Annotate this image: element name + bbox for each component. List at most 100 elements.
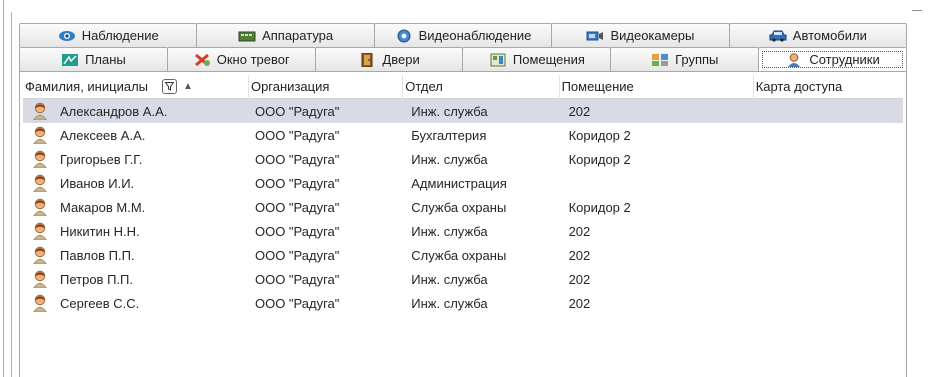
employee-name: Петров П.П. (60, 271, 133, 287)
cell-room: Коридор 2 (560, 147, 754, 171)
table-row[interactable]: Макаров М.М. ООО "Радуга" Служба охраны … (23, 195, 903, 219)
tab-label: Помещения (512, 52, 585, 67)
col-header-room[interactable]: Помещение (560, 74, 754, 99)
cell-room: Коридор 2 (560, 195, 754, 219)
col-header-name[interactable]: Фамилия, инициалы ▲ (23, 74, 249, 99)
tab-alarm-window[interactable]: Окно тревог (166, 47, 316, 71)
col-header-label: Помещение (561, 79, 634, 94)
employee-icon (33, 126, 47, 144)
organization-value: ООО "Радуга" (254, 223, 340, 239)
tab-groups[interactable]: Группы (610, 47, 760, 71)
cell-organization: ООО "Радуга" (249, 243, 403, 267)
table-row[interactable]: Павлов П.П. ООО "Радуга" Служба охраны 2… (23, 243, 903, 267)
employee-name: Сергеев С.С. (60, 295, 140, 311)
department-value: Инж. служба (411, 271, 488, 287)
employee-icon (33, 294, 47, 312)
tab-doors[interactable]: Двери (314, 47, 464, 71)
cell-name: Павлов П.П. (23, 243, 249, 267)
organization-value: ООО "Радуга" (254, 103, 340, 119)
cell-department: Инж. служба (403, 267, 559, 291)
cell-room: 202 (560, 219, 754, 243)
cell-department: Инж. служба (403, 291, 559, 315)
plans-icon (61, 53, 79, 67)
employee-icon (33, 102, 47, 120)
door-icon (358, 52, 376, 67)
tab-label: Видеокамеры (610, 28, 695, 43)
cell-room: 202 (560, 291, 754, 315)
department-value: Инж. служба (411, 103, 488, 119)
filter-icon[interactable] (162, 79, 177, 94)
table-row[interactable]: Никитин Н.Н. ООО "Радуга" Инж. служба 20… (23, 219, 903, 243)
room-value: Коридор 2 (568, 199, 631, 215)
cell-name: Иванов И.И. (23, 171, 249, 195)
cell-access-card (754, 219, 903, 243)
table-row[interactable]: Алексеев А.А. ООО "Радуга" Бухгалтерия К… (23, 123, 903, 147)
tab-plans[interactable]: Планы (19, 47, 168, 71)
cell-room (560, 171, 754, 195)
department-value: Служба охраны (411, 199, 507, 215)
cell-organization: ООО "Радуга" (249, 171, 403, 195)
cell-access-card (754, 123, 903, 147)
tab-label: Автомобили (792, 28, 867, 43)
tab-video-cameras[interactable]: Видеокамеры (551, 23, 730, 47)
col-header-department[interactable]: Отдел (403, 74, 560, 99)
cell-access-card (754, 243, 903, 267)
grid-header: Фамилия, инициалы ▲ Организация Отдел По… (23, 74, 903, 99)
cell-access-card (754, 267, 903, 291)
department-value: Инж. служба (411, 223, 488, 239)
table-row[interactable]: Петров П.П. ООО "Радуга" Инж. служба 202 (23, 267, 903, 291)
sort-ascending-icon: ▲ (183, 81, 193, 92)
tab-hardware[interactable]: Аппаратура (196, 23, 375, 47)
window-edge-line (3, 0, 4, 377)
tab-employees[interactable]: Сотрудники (758, 47, 907, 71)
tab-observation[interactable]: Наблюдение (19, 23, 198, 47)
organization-value: ООО "Радуга" (254, 271, 340, 287)
col-header-label: Карта доступа (755, 79, 843, 94)
room-value: 202 (568, 247, 591, 263)
cell-department: Инж. служба (403, 147, 559, 171)
employees-panel: Фамилия, инициалы ▲ Организация Отдел По… (19, 71, 907, 377)
hardware-icon (238, 29, 256, 43)
employee-icon (33, 150, 47, 168)
cell-room: 202 (560, 267, 754, 291)
tab-label: Группы (675, 52, 719, 67)
room-value: Коридор 2 (568, 127, 631, 143)
tab-rooms[interactable]: Помещения (462, 47, 612, 71)
cell-department: Администрация (403, 171, 559, 195)
department-value: Инж. служба (411, 295, 488, 311)
splitter-line[interactable] (11, 12, 12, 377)
employee-name: Павлов П.П. (60, 247, 135, 263)
col-header-organization[interactable]: Организация (249, 74, 404, 99)
col-header-access-card[interactable]: Карта доступа (754, 75, 903, 99)
table-row[interactable]: Сергеев С.С. ООО "Радуга" Инж. служба 20… (23, 291, 903, 315)
video-camera-icon (586, 29, 604, 43)
employee-name: Григорьев Г.Г. (60, 151, 143, 167)
groups-icon (651, 53, 669, 67)
tab-strip: Наблюдение Аппаратура Видеонаблюдение Ви… (19, 23, 908, 71)
video-surveillance-icon (395, 29, 413, 43)
department-value: Служба охраны (411, 247, 507, 263)
cell-access-card (754, 171, 903, 195)
cell-organization: ООО "Радуга" (249, 195, 403, 219)
employee-icon (33, 198, 47, 216)
tab-cars[interactable]: Автомобили (728, 23, 908, 47)
tab-video-surveillance[interactable]: Видеонаблюдение (373, 23, 553, 47)
tab-label: Видеонаблюдение (418, 28, 532, 43)
car-icon (769, 29, 787, 43)
department-value: Инж. служба (411, 151, 488, 167)
employee-icon (33, 222, 47, 240)
col-header-label: Фамилия, инициалы (25, 79, 148, 94)
employees-grid: Фамилия, инициалы ▲ Организация Отдел По… (23, 74, 903, 315)
cell-name: Никитин Н.Н. (23, 219, 249, 243)
col-header-label: Организация (250, 79, 330, 94)
tab-label: Сотрудники (809, 52, 880, 67)
table-row[interactable]: Александров А.А. ООО "Радуга" Инж. служб… (23, 99, 903, 123)
cell-name: Алексеев А.А. (23, 123, 249, 147)
cell-department: Служба охраны (403, 195, 559, 219)
cell-name: Александров А.А. (23, 99, 249, 123)
tab-label: Двери (382, 52, 420, 67)
table-row[interactable]: Григорьев Г.Г. ООО "Радуга" Инж. служба … (23, 147, 903, 171)
tab-label: Планы (85, 52, 126, 67)
room-value: 202 (568, 103, 591, 119)
table-row[interactable]: Иванов И.И. ООО "Радуга" Администрация (23, 171, 903, 195)
